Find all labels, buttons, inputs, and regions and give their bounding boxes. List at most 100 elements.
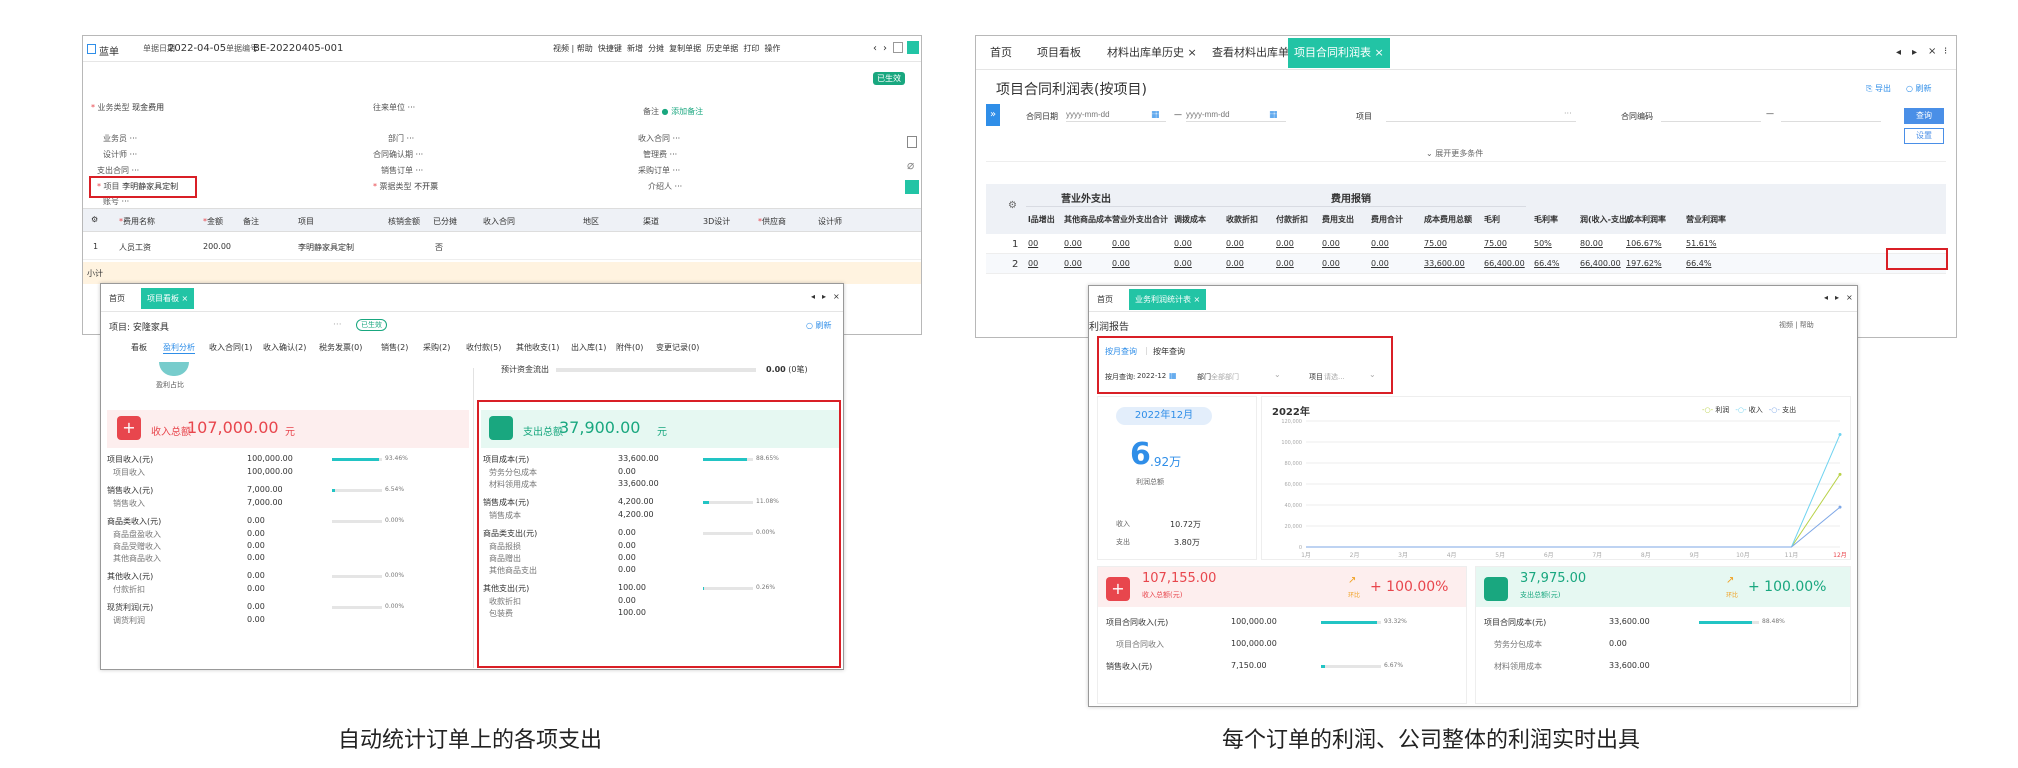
subtab-invoice[interactable]: 税务发票(0)	[319, 342, 362, 353]
refresh-button[interactable]: ○ 刷新	[806, 320, 832, 331]
table-cell: 0.00	[1226, 239, 1244, 248]
tab-home[interactable]: 首页	[984, 36, 1018, 70]
refresh-button[interactable]: ○ 刷新	[1906, 83, 1932, 94]
item-label: 项目合同成本(元)	[1484, 618, 1547, 627]
subtab-board[interactable]: 看板	[131, 342, 147, 353]
collapse-toggle-icon[interactable]: »	[986, 104, 1000, 126]
tab-contract-profit[interactable]: 项目合同利润表 ×	[1288, 38, 1390, 68]
subtab-other[interactable]: 其他收支(1)	[516, 342, 559, 353]
x-tick-label: 7月	[1592, 552, 1602, 559]
tab-prev-icon[interactable]: ◂	[1824, 293, 1828, 302]
action-print[interactable]: 打印	[743, 44, 759, 53]
remark-field[interactable]: 备注 ● 添加备注	[643, 106, 703, 117]
staff-field[interactable]: 业务员 ···	[103, 133, 137, 144]
close-icon[interactable]: ×	[1928, 46, 1936, 57]
manager-field[interactable]: 管理费 ···	[643, 149, 677, 160]
subtab-profit[interactable]: 盈利分析	[163, 342, 195, 354]
col-header: 毛利率	[1534, 215, 1558, 224]
dept-field[interactable]: 部门 ···	[388, 133, 414, 144]
tab-material-history[interactable]: 材料出库单历史 ×	[1101, 36, 1203, 70]
status-badge: 已生效	[873, 72, 905, 85]
project-picker-icon[interactable]: ···	[1564, 109, 1572, 118]
close-icon[interactable]: ×	[833, 292, 840, 301]
subtab-attach[interactable]: 附件(0)	[616, 342, 643, 353]
nav-next-icon[interactable]: ›	[883, 43, 887, 54]
subtab-payment[interactable]: 收付款(5)	[466, 342, 501, 353]
action-operate[interactable]: 操作	[764, 44, 780, 53]
contract-end-input[interactable]	[1781, 108, 1881, 122]
expand-conditions[interactable]: ⌄ 展开更多条件	[1426, 148, 1483, 159]
action-new[interactable]: 新增	[627, 44, 643, 53]
list-item: 商品类收入(元) 0.00 0.00%	[107, 516, 469, 528]
item-value: 7,150.00	[1231, 661, 1267, 670]
sales-order-field[interactable]: 销售订单 ···	[381, 165, 423, 176]
partner-field[interactable]: 往来单位 ···	[373, 102, 415, 113]
item-label: 项目收入(元)	[107, 455, 154, 464]
action-history[interactable]: 历史单据	[706, 44, 738, 53]
confirm-field[interactable]: 合同确认期 ···	[373, 149, 423, 160]
action-shortcut[interactable]: 快捷键	[598, 44, 622, 53]
designer-field[interactable]: 设计师 ···	[103, 149, 137, 160]
query-button[interactable]: 查询	[1904, 108, 1944, 124]
income-contract-field[interactable]: 收入合同 ···	[638, 133, 680, 144]
subtab-sales[interactable]: 销售(2)	[381, 342, 408, 353]
tab-project-board[interactable]: 项目看板 ×	[141, 288, 195, 309]
close-icon[interactable]: ×	[1846, 293, 1853, 302]
action-copy[interactable]: 复制单据	[669, 44, 701, 53]
trend-up-icon: ↗	[1348, 575, 1357, 586]
subtab-stock[interactable]: 出入库(1)	[571, 342, 606, 353]
item-value: 100,000.00	[1231, 639, 1277, 648]
grid-settings-icon[interactable]: ⚙	[91, 215, 98, 224]
col-header: 成本费用总额	[1424, 215, 1472, 224]
contract-input[interactable]	[1661, 108, 1761, 122]
tab-next-icon[interactable]: ▸	[822, 292, 826, 301]
report-links[interactable]: 视频 | 帮助	[1779, 320, 1814, 330]
tab-profit-stat[interactable]: 业务利润统计表 ×	[1129, 289, 1207, 310]
table-row[interactable]: 2 00 0.00 0.00 0.00 0.00 0.00 0.00 0.00 33,600.00…	[986, 254, 1946, 274]
tab-home[interactable]: 首页	[109, 293, 125, 304]
tab-next-icon[interactable]: ▸	[1835, 293, 1839, 302]
col-writeoff: 核销金额	[388, 217, 420, 226]
tab-home[interactable]: 首页	[1097, 294, 1113, 305]
expense-contract-field[interactable]: 支出合同 ···	[97, 165, 139, 176]
project-dots-icon[interactable]: ···	[333, 320, 342, 330]
calendar-icon[interactable]: ▦	[1269, 110, 1278, 120]
teal-side-icon[interactable]	[905, 180, 919, 194]
table-cell: 0.00	[1322, 259, 1340, 268]
purchase-order-field[interactable]: 采购订单 ···	[638, 165, 680, 176]
tab-next-icon[interactable]: ▸	[1912, 47, 1917, 58]
nav-prev-icon[interactable]: ‹	[873, 43, 877, 54]
tab-prev-icon[interactable]: ◂	[1896, 47, 1901, 58]
series-line	[1306, 506, 1841, 548]
action-split[interactable]: 分摊	[648, 44, 664, 53]
action-video[interactable]: 视频	[553, 44, 569, 53]
table-row[interactable]: 1 00 0.00 0.00 0.00 0.00 0.00 0.00 0.00 75.00 75.0…	[986, 234, 1946, 254]
intro-field[interactable]: 介绍人 ···	[648, 181, 682, 192]
subtab-income-confirm[interactable]: 收入确认(2)	[263, 342, 306, 353]
subtab-changes[interactable]: 变更记录(0)	[656, 342, 699, 353]
settings-button[interactable]: 设置	[1904, 128, 1944, 144]
table-settings-icon[interactable]: ⚙	[1008, 200, 1017, 211]
table-row[interactable]: 1 人员工资 200.00 李明静家具定制 否	[83, 232, 921, 260]
grid-view-icon[interactable]	[907, 41, 919, 54]
toolbar-actions: 视频 | 帮助 快捷键 新增 分摊 复制单据 历史单据 打印 操作	[553, 44, 781, 53]
subtab-purchase[interactable]: 采购(2)	[423, 342, 450, 353]
calendar-icon[interactable]: ▦	[1151, 110, 1160, 120]
export-button[interactable]: ⎘ 导出	[1866, 83, 1891, 94]
x-tick-label: 11月	[1785, 552, 1799, 559]
table-cell: 66,400.00	[1580, 259, 1621, 268]
biz-type-field[interactable]: * 业务类型 现金费用	[91, 102, 164, 113]
attach-icon[interactable]: ⌀	[907, 158, 914, 172]
item-label: 商品盘盈收入	[113, 530, 161, 539]
doc-side-icon[interactable]	[907, 136, 917, 148]
invoice-field[interactable]: * 票据类型 不开票	[373, 181, 438, 192]
table-cell: 50%	[1534, 239, 1552, 248]
series-line	[1306, 474, 1841, 548]
more-icon[interactable]: ⁝	[1944, 46, 1947, 57]
action-help[interactable]: 帮助	[577, 44, 593, 53]
tab-project-board[interactable]: 项目看板	[1031, 36, 1087, 70]
subtab-income-contract[interactable]: 收入合同(1)	[209, 342, 252, 353]
project-input[interactable]	[1386, 108, 1576, 122]
tab-prev-icon[interactable]: ◂	[811, 292, 815, 301]
layout-icon[interactable]	[893, 42, 903, 53]
